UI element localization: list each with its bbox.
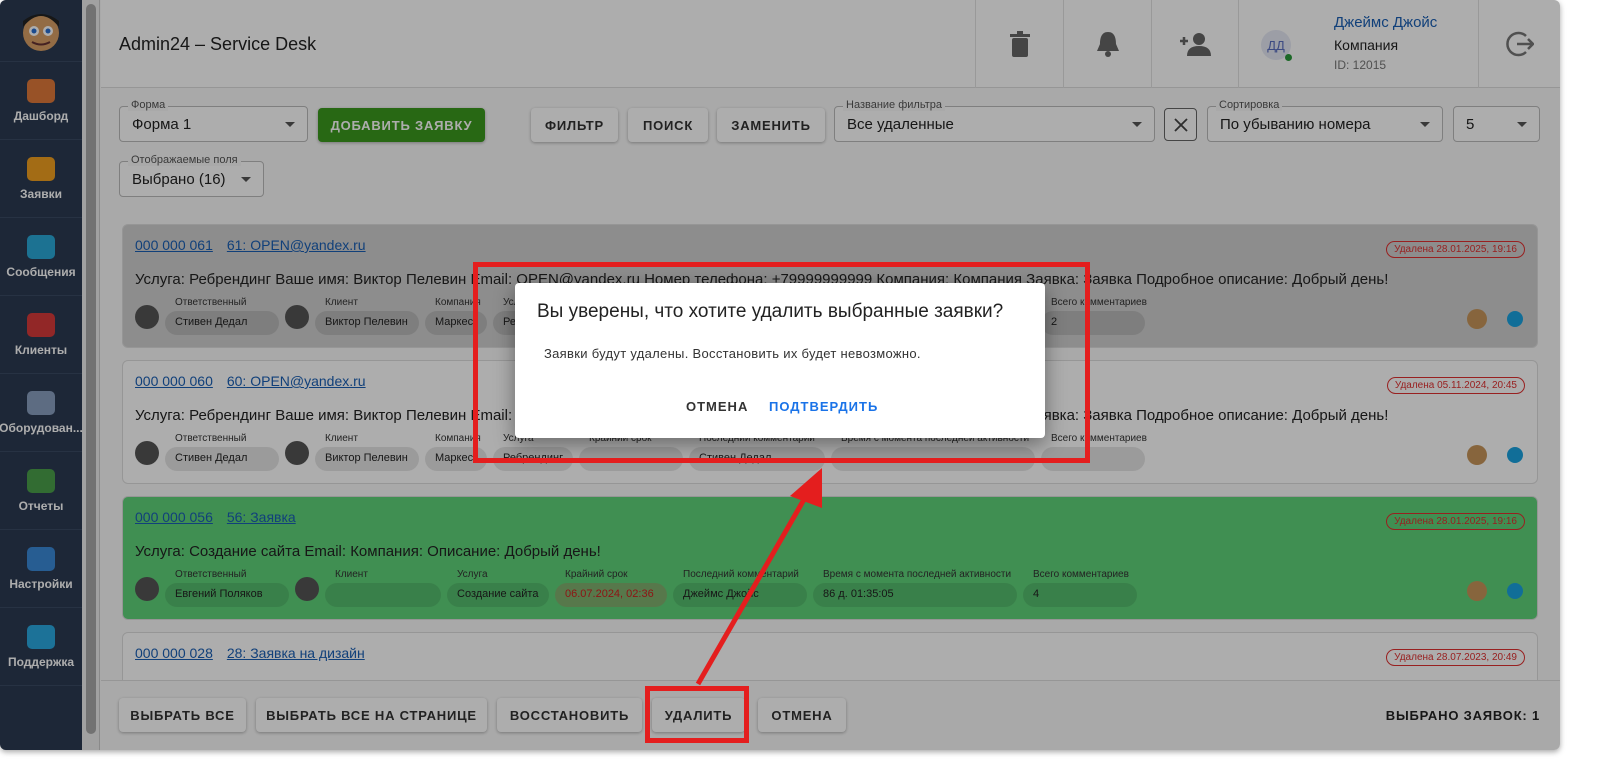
annotation-arrow-icon <box>695 468 822 686</box>
app-window: Дашборд Заявки Сообщения Клиенты Оборудован.… <box>0 0 1560 750</box>
